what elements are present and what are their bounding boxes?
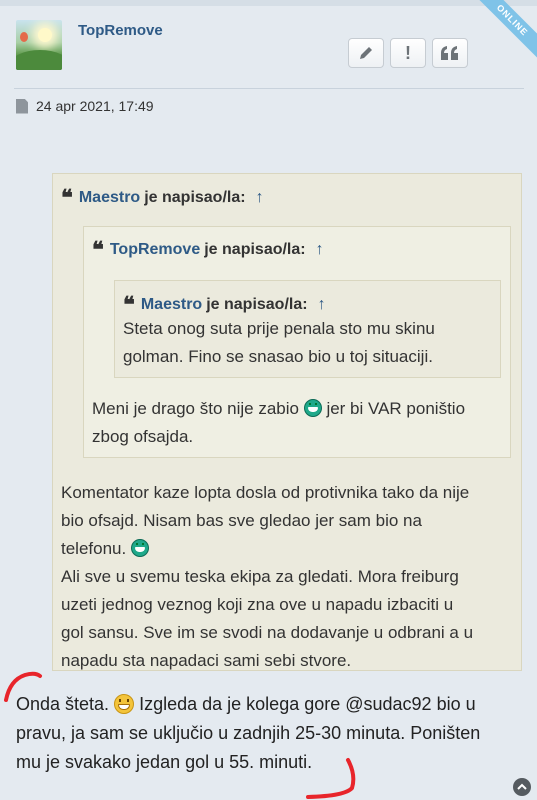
post-container: TopRemove ONLINE ! 24 apr 2021, 17:49 ❝ … — [0, 0, 537, 800]
scroll-to-top-button[interactable] — [513, 778, 531, 796]
chevron-up-icon — [517, 783, 527, 790]
red-annotation-marks — [4, 671, 356, 799]
